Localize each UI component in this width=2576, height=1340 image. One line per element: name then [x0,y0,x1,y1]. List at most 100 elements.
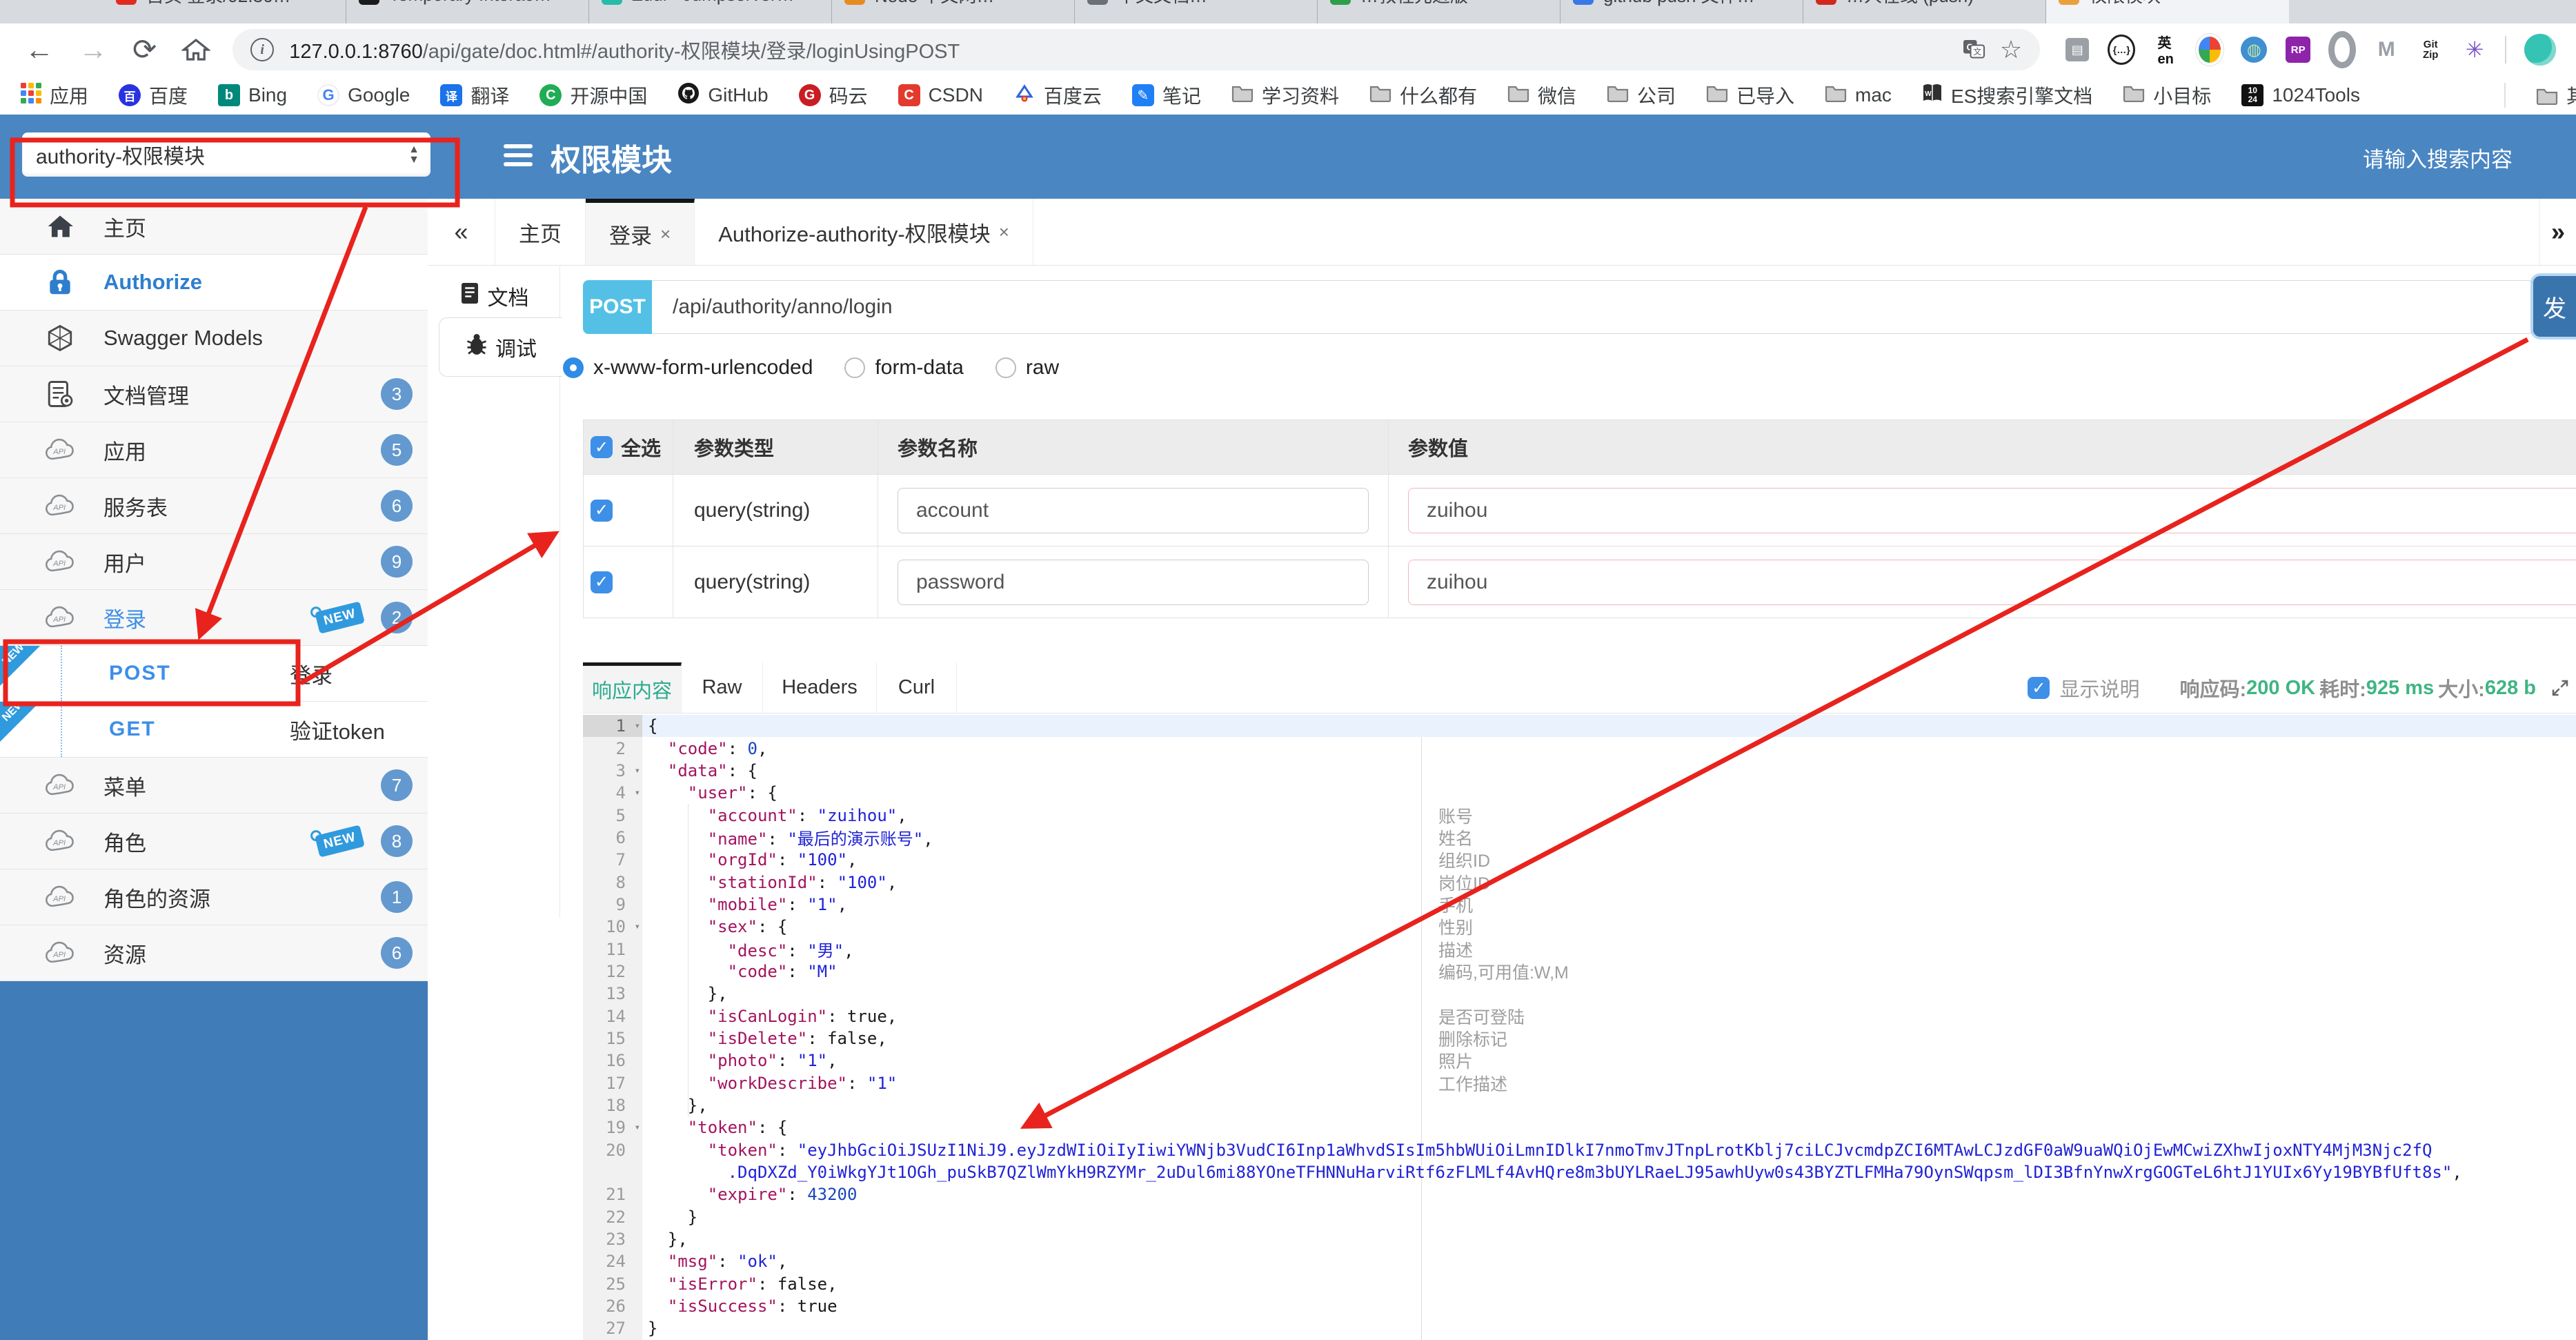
show-desc-checkbox[interactable]: ✓ [2028,677,2050,699]
response-json-editor[interactable]: 1 ▾{2 "code": 0, 3 ▾ "data": {4 ▾ "user": {5… [583,715,2576,1340]
bookmark-item[interactable]: ✎ 笔记 [1131,81,1201,109]
home-icon[interactable] [181,35,211,64]
request-path[interactable]: /api/authority/anno/login [652,280,2534,334]
tab-close-icon[interactable]: × [809,0,819,6]
extension-aster-icon[interactable]: ✳ [2461,36,2488,63]
module-select[interactable]: authority-权限模块 ▲ ▼ [22,132,430,177]
forward-icon[interactable]: → [79,35,108,64]
fold-caret-icon[interactable]: ▾ [635,765,640,776]
param-checkbox[interactable]: ✓ [591,571,613,593]
bookmark-item[interactable]: 已导入 [1706,81,1794,109]
sidebar-item-7[interactable]: API 登录 NEW 2 [0,590,428,646]
extension-rp-icon[interactable]: RP [2284,36,2312,63]
browser-tab-6[interactable]: github push 文件夹… × [1561,0,1803,23]
bookmark-item[interactable]: G 码云 [798,81,868,109]
tab-close-icon[interactable]: × [1294,0,1305,6]
tabs-expand-button[interactable]: » [2539,199,2576,265]
header-search-input[interactable]: 请输入搜索内容 [2363,142,2513,173]
extension-mshield-icon[interactable]: M [2372,36,2400,63]
url-bar[interactable]: i 127.0.0.1:8760/api/gate/doc.html#/auth… [232,29,2041,70]
fullscreen-icon[interactable] [2550,678,2570,698]
bookmark-item[interactable]: 应用 [21,81,88,109]
sidebar-item-4[interactable]: API 应用 5 [0,422,428,478]
body-type-radio-2[interactable] [995,357,1016,378]
extension-page-icon[interactable]: ▤ [2063,36,2091,63]
bookmark-star-icon[interactable]: ☆ [2000,35,2022,64]
bookmark-item[interactable]: C 开源中国 [539,81,647,109]
browser-tab-4[interactable]: 中文文档… × [1075,0,1318,23]
bookmark-item[interactable]: W ES搜索引擎文档 [1922,81,2092,109]
tab-close-icon[interactable]: × [2266,0,2277,6]
subnav-debug[interactable]: 调试 [439,317,562,377]
browser-tab-1[interactable]: Temporary Interact… × [346,0,589,23]
fold-caret-icon[interactable]: ▾ [635,1122,640,1133]
browser-tab-2[interactable]: Zuul - Jumpserver… × [589,0,832,23]
doc-tab-2[interactable]: Authorize-authority-权限模块 × [695,199,1033,265]
sidebar-endpoint-post[interactable]: NEW POST 登录 [0,641,428,702]
extension-colorwheel-icon[interactable] [2196,34,2224,66]
profile-avatar[interactable] [2524,34,2557,66]
bookmark-item[interactable]: 微信 [1507,81,1576,109]
sidebar-item-2[interactable]: Swagger Models [0,311,428,366]
bookmark-item[interactable]: 百百度 [119,81,188,109]
extension-globe-icon[interactable]: ◍ [2240,36,2268,63]
menu-toggle-icon[interactable] [504,139,533,171]
fold-caret-icon[interactable]: ▾ [635,921,640,932]
doc-tab-1[interactable]: 登录 × [586,199,695,265]
extension-en-icon[interactable]: 英 en [2152,36,2179,67]
browser-tab-0[interactable]: 首页 登录/92.36… × [103,0,346,23]
tab-close-icon[interactable]: × [323,0,333,6]
sidebar-item-13[interactable]: API 资源 6 [0,925,428,981]
browser-tab-3[interactable]: Node 中文网… × [832,0,1075,23]
bookmark-item[interactable]: 译翻译 [440,81,509,109]
doc-tab-0[interactable]: 主页 [495,199,586,265]
translate-icon[interactable]: G文 [1961,36,1986,64]
sidebar-item-6[interactable]: API 用户 9 [0,534,428,590]
bookmark-item[interactable]: G Google [317,84,410,106]
extension-gitzip-icon[interactable]: Git Zip [2417,36,2444,63]
subnav-doc[interactable]: 文档 [428,275,559,317]
tab-close-icon[interactable]: × [1051,0,1062,6]
sidebar-item-1[interactable]: Authorize [0,255,428,311]
sidebar-endpoint-get[interactable]: NEW GET 验证token [0,697,428,758]
bookmark-item[interactable]: 学习资料 [1231,81,1339,109]
sidebar-item-0[interactable]: 主页 [0,199,428,255]
select-all-checkbox[interactable]: ✓ [591,436,613,458]
bookmark-item[interactable]: 小目标 [2123,81,2211,109]
param-value-input[interactable]: zuihou [1408,487,2576,533]
browser-tab-8[interactable]: 权限模块 × [2046,0,2289,23]
param-checkbox[interactable]: ✓ [591,499,613,522]
tab-close-icon[interactable]: × [566,0,576,6]
bookmark-item[interactable]: 10 24 1024Tools [2241,84,2360,106]
send-button[interactable]: 发 [2533,276,2576,337]
response-tab-2[interactable]: Headers [763,662,877,713]
body-type-radio-0[interactable] [563,357,584,378]
tab-close-icon[interactable]: × [1780,0,1790,6]
sidebar-item-10[interactable]: API 菜单 7 [0,758,428,814]
sidebar-item-3[interactable]: 文档管理 3 [0,366,428,422]
tab-close-icon[interactable]: × [660,224,671,245]
sidebar-item-5[interactable]: API 服务表 6 [0,478,428,534]
reload-icon[interactable]: ⟳ [132,35,157,64]
tab-close-icon[interactable]: × [1537,0,1547,6]
sidebar-item-12[interactable]: API 角色的资源 1 [0,869,428,925]
bookmark-item[interactable]: 百度云 [1013,81,1102,109]
body-type-radio-1[interactable] [844,357,866,378]
back-icon[interactable]: ← [25,35,54,64]
bookmark-item[interactable]: b Bing [218,84,287,106]
bookmark-item[interactable]: 公司 [1607,81,1676,109]
bookmark-item[interactable]: GitHub [677,82,769,109]
tab-close-icon[interactable]: × [999,221,1009,243]
browser-tab-7[interactable]: …人在线 (push) × [1803,0,2046,23]
browser-tab-5[interactable]: …教程先进版 × [1318,0,1561,23]
sidebar-item-11[interactable]: API 角色 NEW 8 [0,814,428,869]
fold-caret-icon[interactable]: ▾ [635,720,640,731]
new-tab-button[interactable]: + [2289,0,2328,23]
param-name-input[interactable]: account [898,487,1369,533]
fold-caret-icon[interactable]: ▾ [635,787,640,798]
bookmark-other[interactable]: 其 [2536,81,2576,109]
param-name-input[interactable]: password [898,559,1369,605]
page-info-icon[interactable]: i [250,38,275,61]
response-tab-1[interactable]: Raw [682,662,763,713]
response-tab-0[interactable]: 响应内容 [583,662,682,713]
